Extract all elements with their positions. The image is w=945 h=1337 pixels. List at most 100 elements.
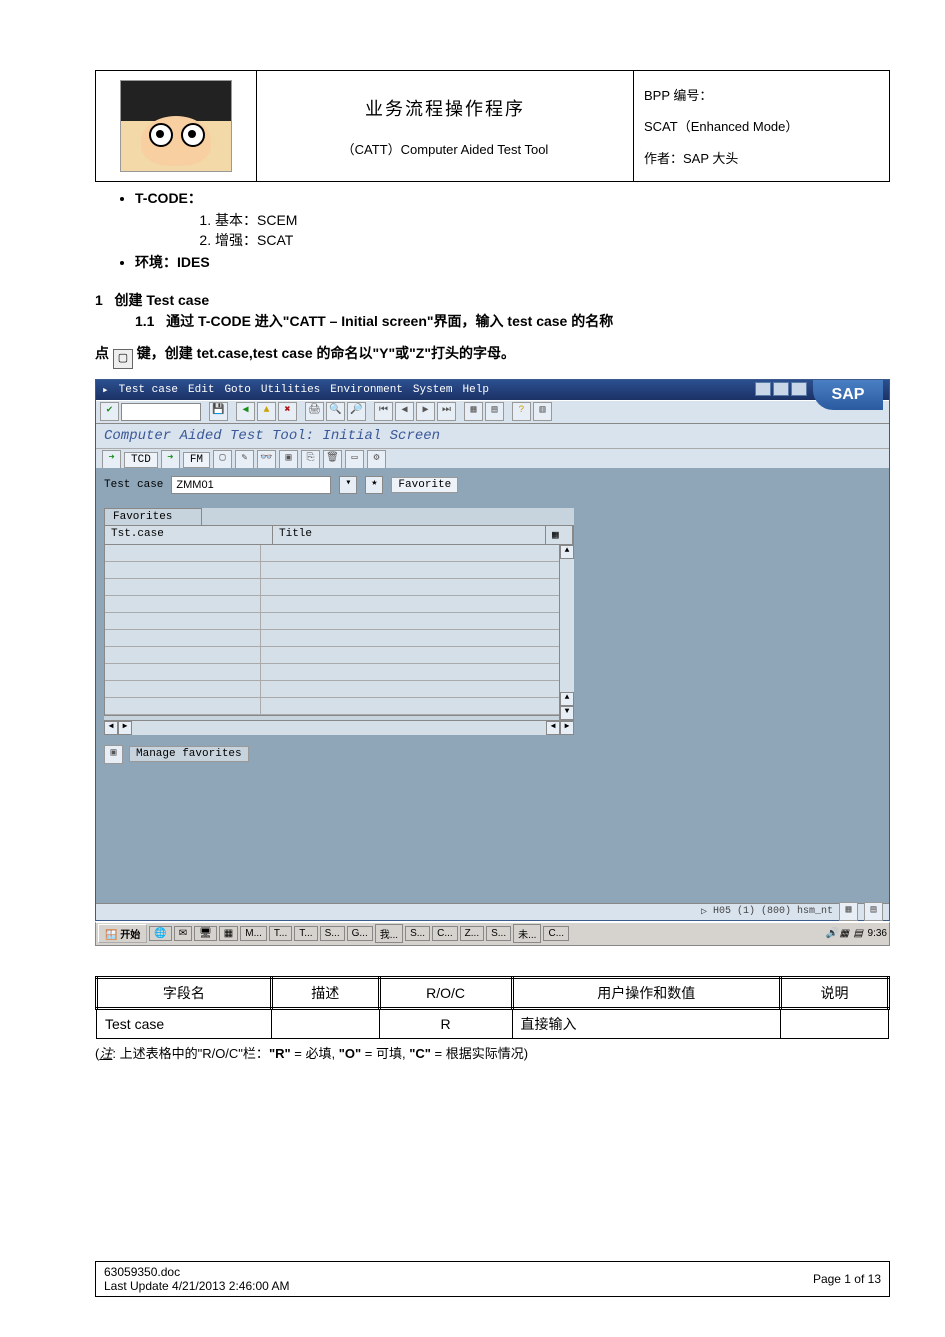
tcode-item-2: 增强：SCAT [215,230,890,250]
scroll-right2-icon[interactable]: ▶ [560,721,574,735]
menu-edit[interactable]: Edit [188,384,214,396]
manage-favorites-button[interactable]: Manage favorites [129,746,249,762]
status-icon2[interactable]: ▤ [864,902,883,921]
scroll-left-icon[interactable]: ◀ [104,721,118,735]
task-11[interactable]: 未... [513,924,541,943]
sap-screenshot: ▸ Test case Edit Goto Utilities Environm… [95,379,890,921]
scroll-right-icon[interactable]: ◀ [546,721,560,735]
horizontal-scrollbar[interactable]: ◀ ▶ ◀ ▶ [104,720,574,735]
menu-utilities[interactable]: Utilities [261,384,320,396]
next-page-icon[interactable]: ▶ [416,402,435,421]
quick-outlook-icon[interactable]: ✉ [174,926,192,941]
logo-cell [96,71,257,181]
quick-app-icon[interactable]: ▦ [219,926,238,941]
maximize-icon[interactable] [773,382,789,396]
cancel-icon[interactable]: ✖ [278,402,297,421]
shortcut-icon[interactable]: ▤ [485,402,504,421]
save-icon[interactable]: 💾 [209,402,228,421]
menu-system[interactable]: System [413,384,453,396]
sap-screen-title: Computer Aided Test Tool: Initial Screen [96,424,889,449]
create-icon[interactable]: ▢ [213,450,232,469]
task-4[interactable]: S... [320,926,345,941]
bullet-env: 环境：IDES [135,252,890,272]
command-field[interactable] [121,403,201,421]
tcd-button[interactable]: TCD [124,452,158,468]
task-2[interactable]: T... [269,926,292,941]
task-7[interactable]: S... [405,926,430,941]
execute2-icon[interactable]: ➜ [161,450,180,469]
footer-page: Page 1 of 13 [813,1272,881,1286]
scroll-up-icon[interactable]: ▲ [560,545,574,559]
menu-help[interactable]: Help [463,384,489,396]
task-5[interactable]: G... [347,926,373,941]
title-cell: 业务流程操作程序 （CATT）Computer Aided Test Tool [257,71,634,181]
last-page-icon[interactable]: ⏭ [437,402,456,421]
copy-icon[interactable]: ⎘ [301,450,320,469]
task-6[interactable]: 我... [375,924,403,943]
tray-icon2[interactable]: ▦ [840,928,852,940]
task-12[interactable]: C... [543,926,569,941]
manage-icon[interactable]: ▣ [104,745,123,764]
enter-icon[interactable]: ✔ [100,402,119,421]
favorite-add-icon[interactable]: ★ [365,476,383,494]
system-tray: 🔊 ▦ ▤ 9:36 [826,928,887,940]
vertical-scrollbar[interactable]: ▲ ▲ ▼ [559,545,574,720]
quick-ie-icon[interactable]: 🌐 [149,926,171,941]
find-icon[interactable]: 🔍 [326,402,345,421]
menu-goto[interactable]: Goto [224,384,250,396]
start-button[interactable]: 🪟 开始 [98,924,147,943]
minimize-icon[interactable] [755,382,771,396]
find-next-icon[interactable]: 🔎 [347,402,366,421]
close-icon[interactable] [791,382,807,396]
task-10[interactable]: S... [486,926,511,941]
tcode-list: 基本：SCEM 增强：SCAT [215,210,890,250]
prev-page-icon[interactable]: ◀ [395,402,414,421]
display-icon[interactable]: 👓 [257,450,276,469]
tray-icon[interactable]: 🔊 [826,928,838,940]
table-note: (注: 上述表格中的"R/O/C"栏："R" = 必填, "O" = 可填, "… [95,1043,890,1062]
sap-toolbar: ✔ 💾 ◀ ▲ ✖ 🖨 🔍 🔎 ⏮ ◀ ▶ ⏭ ▦ ▤ [96,400,889,424]
task-3[interactable]: T... [294,926,317,941]
page-footer: 63059350.doc Last Update 4/21/2013 2:46:… [95,1261,890,1297]
help-icon[interactable]: ? [512,402,531,421]
menu-testcase[interactable]: Test case [119,384,178,396]
menu-icon[interactable]: ▸ [102,383,109,397]
author: 作者：SAP 大头 [644,148,879,167]
quick-desktop-icon[interactable]: 🖥 [194,926,217,941]
menu-environment[interactable]: Environment [330,384,403,396]
task-1[interactable]: M... [240,926,267,941]
new-document-icon: ▢ [113,349,133,369]
task-9[interactable]: Z... [460,926,484,941]
execute-icon[interactable]: ➜ [102,450,121,469]
tray-icon3[interactable]: ▤ [854,928,866,940]
back-icon[interactable]: ◀ [236,402,255,421]
title-english: （CATT）Computer Aided Test Tool [342,139,549,158]
th-desc: 描述 [271,977,379,1008]
fm-button[interactable]: FM [183,452,210,468]
bpp-number: BPP 编号： [644,85,879,104]
scroll-down-icon[interactable]: ▼ [560,706,574,720]
change-icon[interactable]: ✎ [235,450,254,469]
other-icon[interactable]: ▣ [279,450,298,469]
rename-icon[interactable]: ▭ [345,450,364,469]
scroll-left2-icon[interactable]: ▶ [118,721,132,735]
layout-icon[interactable]: ▥ [533,402,552,421]
favorite-button[interactable]: Favorite [391,477,458,493]
instruction-paragraph: 点 ▢ 键，创建 tet.case,test case 的命名以"Y"或"Z"打… [95,340,890,369]
status-icon1[interactable]: ▦ [839,902,858,921]
print-icon[interactable]: 🖨 [305,402,324,421]
create-session-icon[interactable]: ▦ [464,402,483,421]
test-icon[interactable]: ⚙ [367,450,386,469]
scroll-up2-icon[interactable]: ▲ [560,692,574,706]
exit-icon[interactable]: ▲ [257,402,276,421]
favorites-tab[interactable]: Favorites [104,508,202,525]
td-action: 直接输入 [512,1008,781,1038]
td-desc [271,1008,379,1038]
first-page-icon[interactable]: ⏮ [374,402,393,421]
task-8[interactable]: C... [432,926,458,941]
f4-help-icon[interactable]: ▾ [339,476,357,494]
testcase-label: Test case [104,479,163,491]
col-config-icon[interactable]: ▦ [546,526,573,544]
delete-icon[interactable]: 🗑 [323,450,342,469]
testcase-input[interactable] [171,476,331,494]
